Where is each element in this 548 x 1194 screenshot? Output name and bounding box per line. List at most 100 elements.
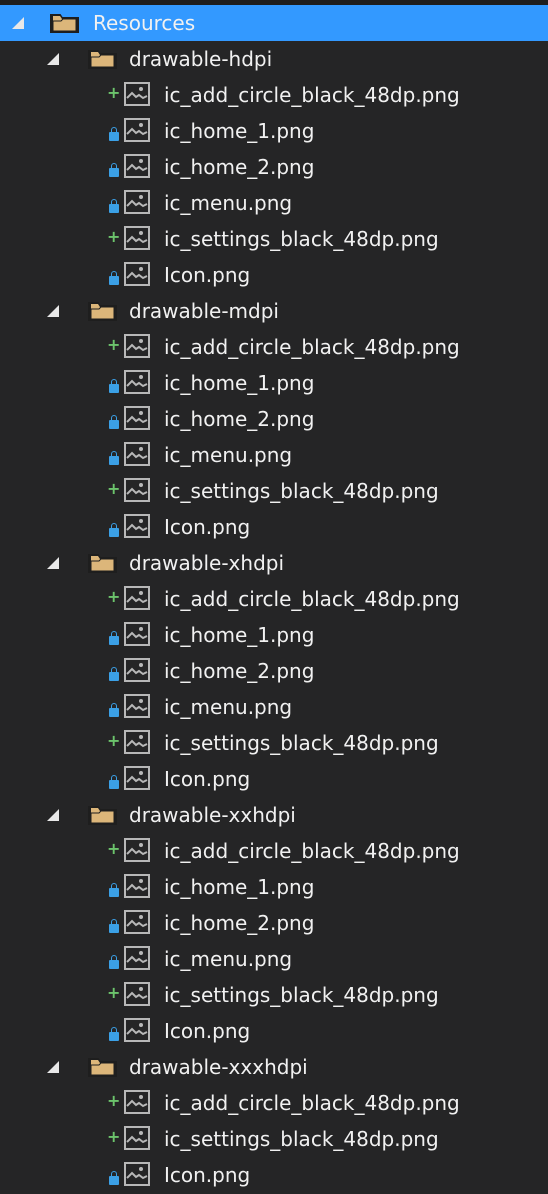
folder-label: drawable-xxhdpi xyxy=(129,803,296,827)
file-label: ic_home_1.png xyxy=(164,623,315,647)
file-label: ic_settings_black_48dp.png xyxy=(164,1127,439,1151)
tree-item-folder[interactable]: drawable-xhdpi xyxy=(0,545,548,581)
pending-add-icon: + xyxy=(107,1127,121,1146)
tree-item-file[interactable]: + ic_settings_black_48dp.png xyxy=(0,977,548,1013)
image-file-icon xyxy=(124,442,150,466)
tree-item-file[interactable]: ic_menu.png xyxy=(0,941,548,977)
image-file-icon xyxy=(124,982,150,1006)
expand-arrow-icon[interactable] xyxy=(47,1061,59,1073)
tree-item-file[interactable]: ic_home_2.png xyxy=(0,905,548,941)
lock-icon xyxy=(109,883,119,897)
tree-item-file[interactable]: + ic_add_circle_black_48dp.png xyxy=(0,833,548,869)
tree-item-folder[interactable]: drawable-xxhdpi xyxy=(0,797,548,833)
image-file-icon xyxy=(124,1126,150,1150)
file-label: Icon.png xyxy=(164,263,251,287)
tree-item-folder[interactable]: drawable-hdpi xyxy=(0,41,548,77)
lock-icon xyxy=(109,163,119,177)
file-label: ic_add_circle_black_48dp.png xyxy=(164,839,460,863)
pending-add-icon: + xyxy=(107,983,121,1002)
tree-item-file[interactable]: ic_menu.png xyxy=(0,185,548,221)
tree-item-file[interactable]: ic_home_2.png xyxy=(0,149,548,185)
file-label: ic_add_circle_black_48dp.png xyxy=(164,83,460,107)
folder-label: drawable-hdpi xyxy=(129,47,273,71)
file-label: ic_settings_black_48dp.png xyxy=(164,227,439,251)
expand-arrow-icon[interactable] xyxy=(47,557,59,569)
image-file-icon xyxy=(124,154,150,178)
file-label: ic_menu.png xyxy=(164,695,293,719)
image-file-icon xyxy=(124,694,150,718)
tree-item-file[interactable]: + ic_settings_black_48dp.png xyxy=(0,473,548,509)
image-file-icon xyxy=(124,370,150,394)
tree-item-file[interactable]: + ic_add_circle_black_48dp.png xyxy=(0,77,548,113)
lock-icon xyxy=(109,955,119,969)
image-file-icon xyxy=(124,226,150,250)
file-label: ic_add_circle_black_48dp.png xyxy=(164,1091,460,1115)
expand-arrow-icon[interactable] xyxy=(12,17,24,29)
image-file-icon xyxy=(124,334,150,358)
pending-add-icon: + xyxy=(107,479,121,498)
tree-item-file[interactable]: Icon.png xyxy=(0,509,548,545)
lock-icon xyxy=(109,379,119,393)
tree-item-file[interactable]: Icon.png xyxy=(0,257,548,293)
image-file-icon xyxy=(124,1090,150,1114)
lock-icon xyxy=(109,523,119,537)
lock-icon xyxy=(109,667,119,681)
tree-item-file[interactable]: ic_menu.png xyxy=(0,689,548,725)
tree-item-file[interactable]: ic_home_1.png xyxy=(0,869,548,905)
file-label: ic_home_2.png xyxy=(164,407,315,431)
file-label: ic_home_2.png xyxy=(164,911,315,935)
tree-item-file[interactable]: ic_home_1.png xyxy=(0,617,548,653)
file-label: ic_home_1.png xyxy=(164,119,315,143)
file-label: ic_home_2.png xyxy=(164,155,315,179)
tree-item-file[interactable]: Icon.png xyxy=(0,1013,548,1049)
tree-item-resources[interactable]: Resources xyxy=(0,5,548,41)
tree-item-file[interactable]: Icon.png xyxy=(0,761,548,797)
pending-add-icon: + xyxy=(107,839,121,858)
tree-item-file[interactable]: + ic_settings_black_48dp.png xyxy=(0,1121,548,1157)
file-label: Icon.png xyxy=(164,1019,251,1043)
folder-icon xyxy=(88,551,118,573)
image-file-icon xyxy=(124,82,150,106)
solution-explorer-tree[interactable]: Resources drawable-hdpi + ic_add_circle_bla… xyxy=(0,5,548,1193)
lock-icon xyxy=(109,703,119,717)
tree-item-file[interactable]: ic_menu.png xyxy=(0,437,548,473)
tree-item-file[interactable]: ic_home_1.png xyxy=(0,365,548,401)
file-label: ic_settings_black_48dp.png xyxy=(164,731,439,755)
tree-item-file[interactable]: ic_home_2.png xyxy=(0,401,548,437)
tree-item-file[interactable]: Icon.png xyxy=(0,1157,548,1193)
image-file-icon xyxy=(124,514,150,538)
image-file-icon xyxy=(124,1162,150,1186)
pending-add-icon: + xyxy=(107,587,121,606)
file-label: ic_home_1.png xyxy=(164,875,315,899)
pending-add-icon: + xyxy=(107,335,121,354)
image-file-icon xyxy=(124,262,150,286)
tree-item-file[interactable]: + ic_add_circle_black_48dp.png xyxy=(0,1085,548,1121)
tree-item-file[interactable]: ic_home_1.png xyxy=(0,113,548,149)
file-label: Icon.png xyxy=(164,515,251,539)
image-file-icon xyxy=(124,874,150,898)
tree-item-folder[interactable]: drawable-xxxhdpi xyxy=(0,1049,548,1085)
pending-add-icon: + xyxy=(107,83,121,102)
tree-item-file[interactable]: ic_home_2.png xyxy=(0,653,548,689)
file-label: ic_settings_black_48dp.png xyxy=(164,983,439,1007)
expand-arrow-icon[interactable] xyxy=(47,53,59,65)
lock-icon xyxy=(109,631,119,645)
tree-item-file[interactable]: + ic_settings_black_48dp.png xyxy=(0,221,548,257)
image-file-icon xyxy=(124,406,150,430)
image-file-icon xyxy=(124,910,150,934)
expand-arrow-icon[interactable] xyxy=(47,809,59,821)
folder-label: drawable-xhdpi xyxy=(129,551,285,575)
lock-icon xyxy=(109,451,119,465)
tree-item-file[interactable]: + ic_settings_black_48dp.png xyxy=(0,725,548,761)
lock-icon xyxy=(109,775,119,789)
lock-icon xyxy=(109,199,119,213)
expand-arrow-icon[interactable] xyxy=(47,305,59,317)
folder-icon xyxy=(88,47,118,69)
lock-icon xyxy=(109,919,119,933)
tree-item-folder[interactable]: drawable-mdpi xyxy=(0,293,548,329)
tree-item-file[interactable]: + ic_add_circle_black_48dp.png xyxy=(0,329,548,365)
lock-icon xyxy=(109,127,119,141)
tree-item-file[interactable]: + ic_add_circle_black_48dp.png xyxy=(0,581,548,617)
file-label: Icon.png xyxy=(164,767,251,791)
image-file-icon xyxy=(124,586,150,610)
